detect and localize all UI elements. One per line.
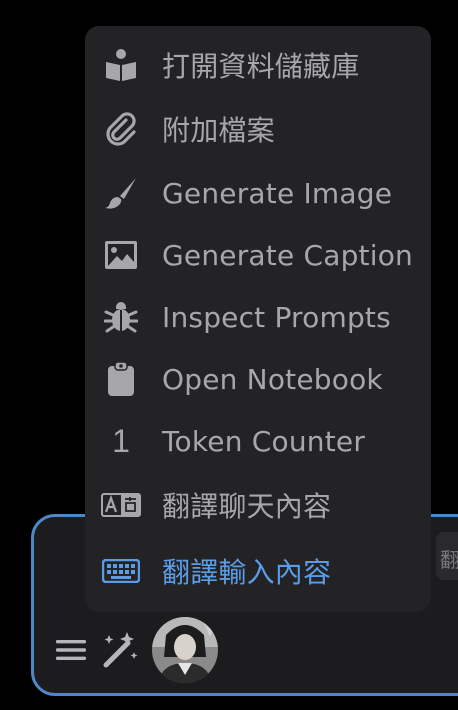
clipboard-icon [101,359,141,399]
translate-icon [101,485,141,525]
menu-item-open-data-bank[interactable]: 打開資料儲藏庫 [85,34,431,96]
paintbrush-icon [101,173,141,213]
magic-wand-icon[interactable] [100,630,140,670]
menu-item-label: Generate Image [162,176,393,210]
menu-item-generate-image[interactable]: Generate Image [85,162,431,224]
chat-screen: 翻 打開資料儲藏庫 附加檔案 Generate Image Generate C… [0,0,458,710]
menu-item-translate-input[interactable]: 翻譯輸入內容 [85,540,431,602]
menu-item-label: Token Counter [162,424,366,458]
paperclip-icon [101,109,141,149]
input-toolbar [54,617,218,683]
digit-one-icon: 1 [112,422,130,459]
menu-item-attach-file[interactable]: 附加檔案 [85,98,431,160]
menu-item-label: 翻譯聊天內容 [162,490,332,523]
menu-item-generate-caption[interactable]: Generate Caption [85,224,431,286]
menu-item-open-notebook[interactable]: Open Notebook [85,348,431,410]
bug-icon [101,297,141,337]
menu-item-token-counter[interactable]: 1 Token Counter [85,410,431,472]
menu-item-label: 附加檔案 [162,114,275,147]
menu-item-label: Generate Caption [162,238,413,272]
send-button-label: 翻 [440,548,458,572]
keyboard-icon [101,551,141,591]
book-reader-icon [101,45,141,85]
send-button[interactable]: 翻 [436,532,458,580]
character-avatar[interactable] [152,617,218,683]
menu-item-label: Inspect Prompts [162,300,391,334]
menu-item-label: Open Notebook [162,362,383,396]
menu-item-label: 打開資料儲藏庫 [162,50,360,83]
menu-item-translate-chat[interactable]: 翻譯聊天內容 [85,474,431,536]
menu-item-inspect-prompts[interactable]: Inspect Prompts [85,286,431,348]
options-menu: 打開資料儲藏庫 附加檔案 Generate Image Generate Cap… [85,26,431,612]
image-icon [101,235,141,275]
hamburger-menu-icon[interactable] [54,635,88,665]
menu-item-label: 翻譯輸入內容 [162,556,332,589]
